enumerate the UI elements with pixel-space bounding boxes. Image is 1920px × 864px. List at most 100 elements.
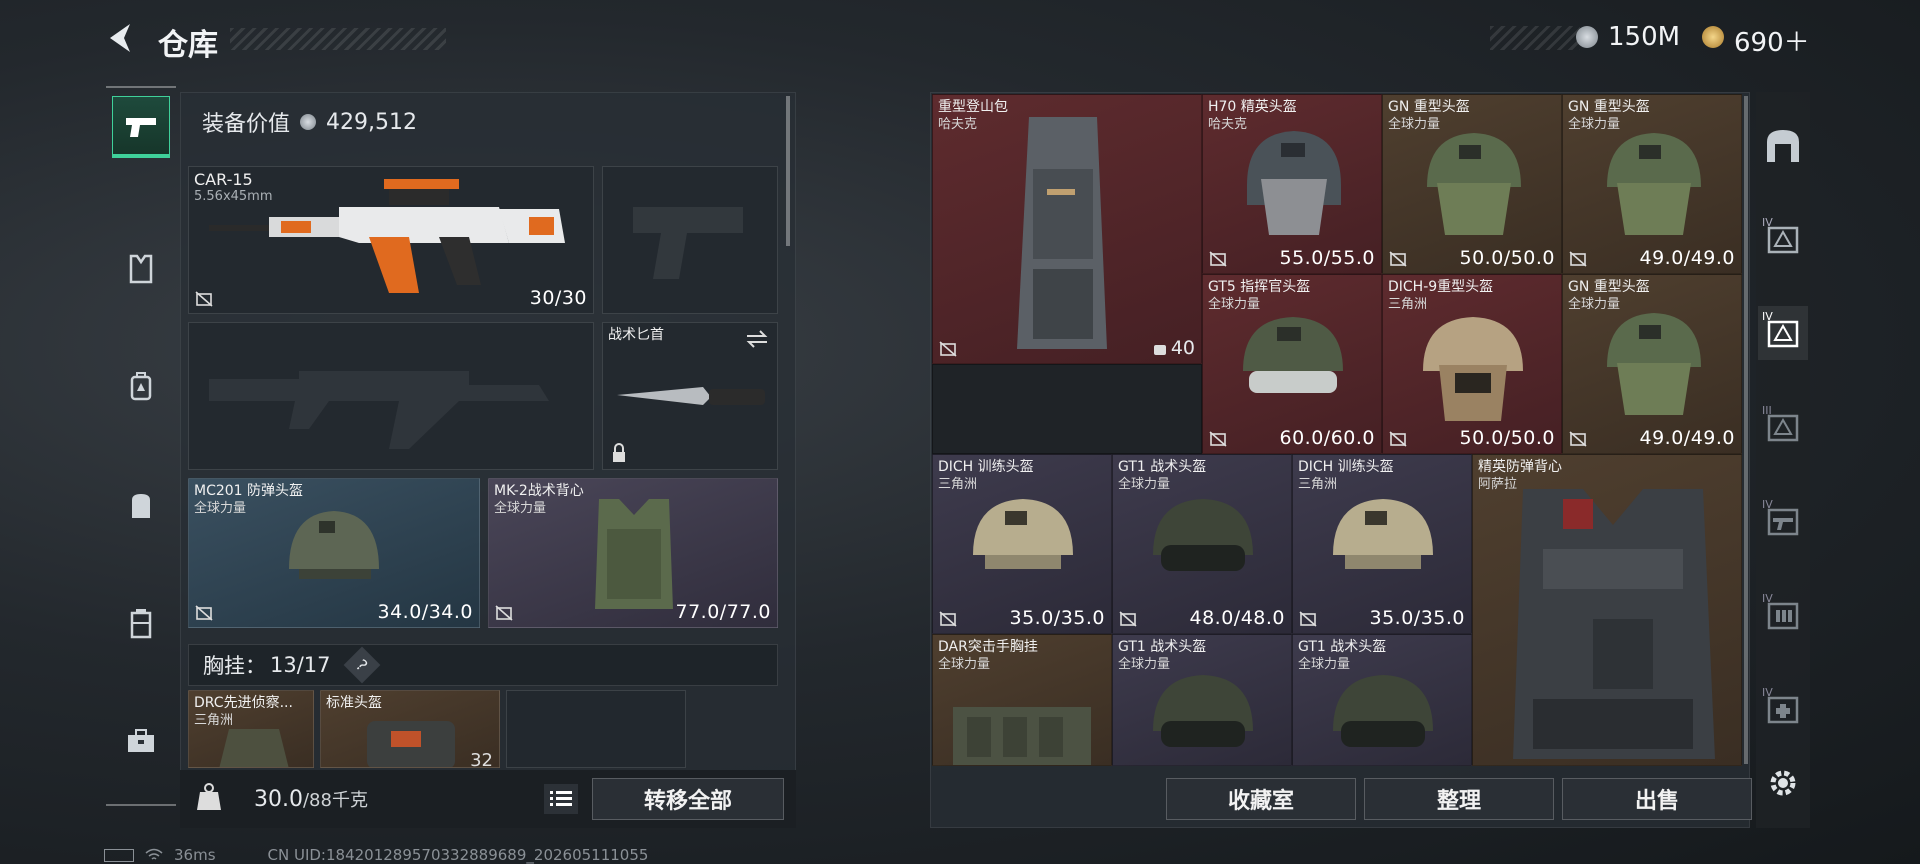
- weight-icon: [197, 783, 221, 810]
- coin-icon: [300, 114, 317, 130]
- rig-item-name: 标准头盔: [326, 695, 382, 711]
- helmet-image: [973, 499, 1073, 569]
- swap-icon[interactable]: [745, 329, 769, 349]
- tab-tier: IV: [1762, 310, 1773, 323]
- coin-icon: [1576, 26, 1598, 48]
- stash-item-durability: 50.0/50.0: [1459, 427, 1555, 449]
- primary-weapon-slot[interactable]: CAR-15 5.56x45mm 30/30: [188, 166, 594, 314]
- settings-button[interactable]: [1758, 756, 1808, 810]
- stash-item[interactable]: DICH 训练头盔 三角洲 35.0/35.0: [1292, 454, 1472, 634]
- stash-item-durability: 35.0/35.0: [1009, 607, 1105, 629]
- tab-rig[interactable]: [112, 356, 170, 418]
- stash-item-name: DICH 训练头盔: [938, 459, 1034, 475]
- rig-label: 胸挂：: [203, 654, 266, 678]
- stash-item-name: GN 重型头盔: [1568, 99, 1650, 115]
- stash-item[interactable]: GT5 指挥官头盔 全球力量 60.0/60.0: [1202, 274, 1382, 454]
- helmet-image: [1607, 133, 1701, 235]
- collection-button[interactable]: 收藏室: [1166, 778, 1356, 820]
- pistol-slot[interactable]: [602, 166, 778, 314]
- stash-item[interactable]: 精英防弹背心 阿萨拉: [1472, 454, 1742, 766]
- stash-item[interactable]: DAR突击手胸挂 全球力量: [932, 634, 1112, 766]
- gold-icon: [1702, 26, 1724, 48]
- vest-image: [1513, 489, 1715, 759]
- stash-tab-4-active[interactable]: IV: [1758, 306, 1808, 360]
- stash-item-durability: 48.0/48.0: [1189, 607, 1285, 629]
- stash-item[interactable]: DICH-9重型头盔 三角洲 50.0/50.0: [1382, 274, 1562, 454]
- rig-help-button[interactable]: ?: [343, 646, 380, 684]
- loadout-scrollbar[interactable]: [786, 96, 790, 246]
- helmet-image: [1243, 317, 1343, 393]
- tab-toolbox[interactable]: [112, 710, 170, 772]
- stash-item[interactable]: GT1 战术头盔 全球力量 48.0/48.0: [1112, 454, 1292, 634]
- battery-icon: [104, 848, 134, 862]
- capacity-icon: [1153, 345, 1166, 355]
- rig-capacity: 13/17: [270, 653, 331, 677]
- tab-tier: III: [1762, 404, 1772, 417]
- rig-empty-slot[interactable]: [506, 690, 686, 768]
- helmet-durability: 34.0/34.0: [377, 601, 473, 623]
- no-insurance-icon: [1389, 251, 1407, 267]
- stash-item-maker: 哈夫克: [938, 117, 978, 132]
- helmet-name: MC201 防弹头盔: [194, 483, 304, 499]
- stash-item[interactable]: H70 精英头盔 哈夫克 55.0/55.0: [1202, 94, 1382, 274]
- tab-weapons[interactable]: [112, 96, 170, 158]
- stash-tab-4[interactable]: IV: [1758, 212, 1808, 266]
- stash-item[interactable]: DICH 训练头盔 三角洲 35.0/35.0: [932, 454, 1112, 634]
- currency-decoration: [1490, 26, 1580, 50]
- no-insurance-icon: [1209, 251, 1227, 267]
- stash-empty-cell[interactable]: [932, 364, 1202, 454]
- no-insurance-icon: [939, 611, 957, 627]
- stash-item[interactable]: GT1 战术头盔 全球力量: [1292, 634, 1472, 766]
- no-insurance-icon: [939, 341, 957, 357]
- stash-scrollbar[interactable]: [1744, 96, 1748, 764]
- tab-container[interactable]: [112, 592, 170, 654]
- no-insurance-icon: [1569, 251, 1587, 267]
- helmet-image: [1333, 675, 1433, 747]
- stash-item-name: GT5 指挥官头盔: [1208, 279, 1311, 295]
- stash-tab-medical[interactable]: IV: [1758, 682, 1808, 736]
- weight-max: /88千克: [302, 790, 368, 811]
- rig-item[interactable]: 标准头盔 32: [320, 690, 500, 768]
- back-button[interactable]: [104, 20, 138, 56]
- helmet-image: [289, 511, 379, 579]
- knife-image: [617, 387, 765, 405]
- melee-slot[interactable]: 战术匕首: [602, 322, 778, 470]
- stash-tab-ammo[interactable]: IV: [1758, 588, 1808, 642]
- stash-item[interactable]: GN 重型头盔 全球力量 49.0/49.0: [1562, 94, 1742, 274]
- secondary-weapon-slot[interactable]: [188, 322, 594, 470]
- rig-item-image: [219, 729, 289, 767]
- helmet-image: [1427, 133, 1521, 235]
- tab-armor[interactable]: [112, 238, 170, 300]
- no-insurance-icon: [1119, 611, 1137, 627]
- armor-name: MK-2战术背心: [494, 483, 584, 499]
- pistol-silhouette-icon: [633, 207, 743, 279]
- sidebar-divider: [106, 86, 176, 88]
- stash-item-name: GN 重型头盔: [1568, 279, 1650, 295]
- rig-item-name: DRC先进侦察...: [194, 695, 293, 711]
- organize-button[interactable]: 整理: [1364, 778, 1554, 820]
- no-insurance-icon: [495, 605, 513, 621]
- transfer-all-button[interactable]: 转移全部: [592, 778, 784, 820]
- tab-tier: IV: [1762, 216, 1773, 229]
- stash-item[interactable]: GN 重型头盔 全球力量 50.0/50.0: [1382, 94, 1562, 274]
- back-arrow-icon: [110, 24, 130, 52]
- stash-item[interactable]: GT1 战术头盔 全球力量: [1112, 634, 1292, 766]
- stash-item-name: DICH 训练头盔: [1298, 459, 1394, 475]
- stash-item-durability: 49.0/49.0: [1639, 247, 1735, 269]
- armor-image: [595, 499, 673, 609]
- list-view-button[interactable]: [544, 784, 578, 814]
- armor-slot[interactable]: MK-2战术背心 全球力量 77.0/77.0: [488, 478, 778, 628]
- stash-item[interactable]: GN 重型头盔 全球力量 49.0/49.0: [1562, 274, 1742, 454]
- helmet-slot[interactable]: MC201 防弹头盔 全球力量 34.0/34.0: [188, 478, 480, 628]
- stash-item[interactable]: 重型登山包 哈夫克 40: [932, 94, 1202, 364]
- equipment-value-amount: 429,512: [326, 109, 417, 135]
- rig-item[interactable]: DRC先进侦察... 三角洲: [188, 690, 314, 768]
- gold-balance[interactable]: 690＋: [1734, 22, 1810, 59]
- stash-tab-3[interactable]: III: [1758, 400, 1808, 454]
- sell-button[interactable]: 出售: [1562, 778, 1752, 820]
- header-decoration: [230, 28, 446, 50]
- stash-tab-weapon[interactable]: IV: [1758, 494, 1808, 548]
- helmet-image: [1423, 317, 1523, 421]
- tab-backpack[interactable]: [112, 474, 170, 536]
- stash-tab-main[interactable]: [1758, 118, 1808, 172]
